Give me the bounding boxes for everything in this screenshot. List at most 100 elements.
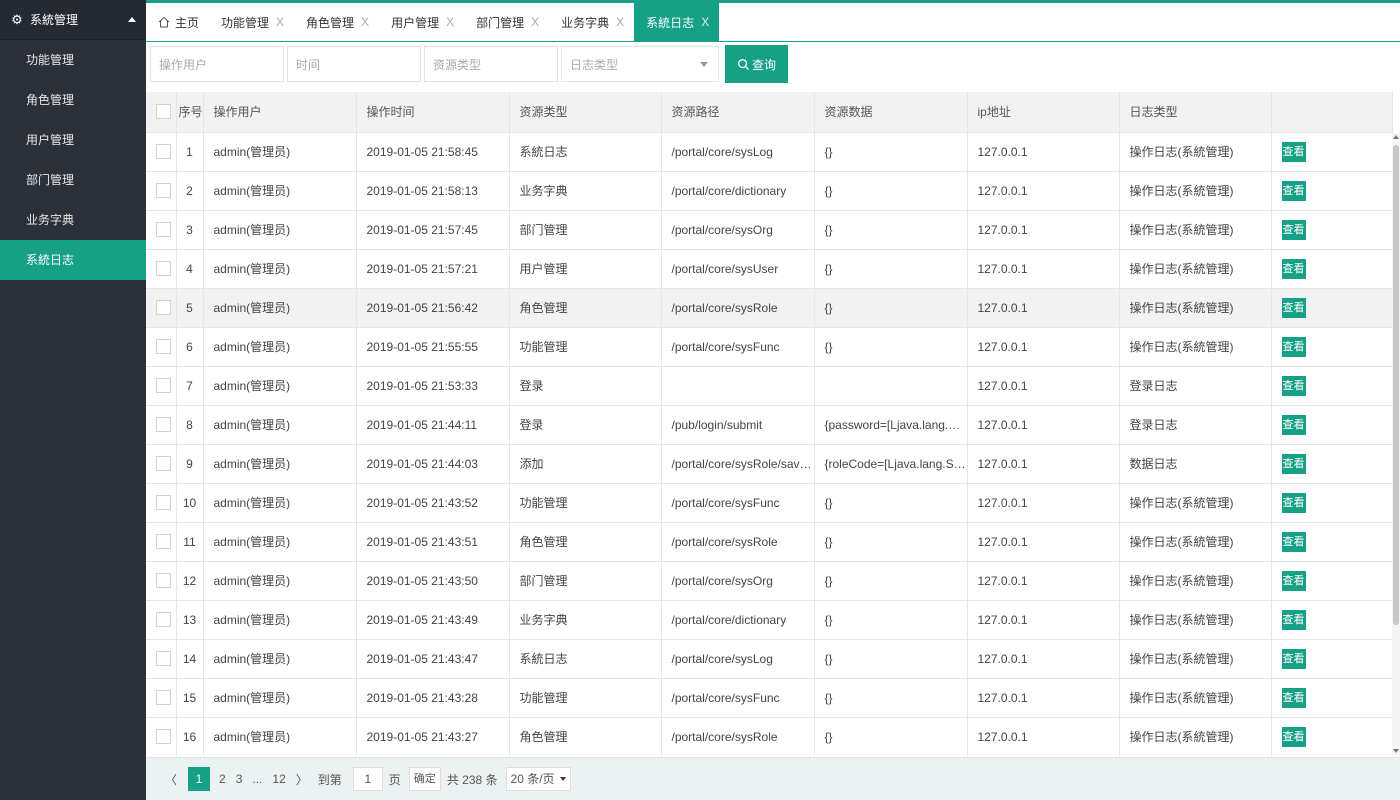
close-icon[interactable]: X	[616, 15, 624, 29]
table-row[interactable]: 6 admin(管理员) 2019-01-05 21:55:55 功能管理/porta…	[146, 327, 1393, 367]
table-row[interactable]: 13 admin(管理员) 2019-01-05 21:43:49 业务字典/port…	[146, 600, 1393, 640]
close-icon[interactable]: X	[446, 15, 454, 29]
goto-page-input[interactable]: 1	[352, 767, 383, 791]
view-button[interactable]: 查看	[1281, 414, 1306, 435]
row-checkbox[interactable]	[156, 378, 171, 394]
row-checkbox[interactable]	[156, 417, 171, 433]
operator-user-input[interactable]: 操作用户	[150, 46, 284, 82]
col-header-no[interactable]: 序号	[176, 92, 204, 133]
cell-no: 8	[176, 405, 204, 445]
cell-resource-type: 系統日志	[509, 132, 662, 172]
tab-syslog[interactable]: 系統日志 X	[634, 3, 720, 41]
table-row[interactable]: 5 admin(管理员) 2019-01-05 21:56:42 角色管理/porta…	[146, 288, 1393, 328]
tab-user[interactable]: 用户管理 X	[379, 3, 464, 41]
tab-function[interactable]: 功能管理 X	[209, 3, 294, 41]
cell-resource-path	[661, 366, 815, 406]
table-row[interactable]: 4 admin(管理员) 2019-01-05 21:57:21 用户管理/porta…	[146, 249, 1393, 289]
view-button[interactable]: 查看	[1281, 141, 1306, 162]
view-button[interactable]: 查看	[1281, 492, 1306, 513]
table-row[interactable]: 7 admin(管理员) 2019-01-05 21:53:33 登录 127.0.0.…	[146, 366, 1393, 406]
log-type-select[interactable]: 日志类型	[561, 46, 719, 82]
tab-home[interactable]: 主页	[146, 3, 209, 41]
table-scrollbar[interactable]	[1392, 133, 1400, 755]
row-checkbox[interactable]	[156, 144, 171, 160]
view-button[interactable]: 查看	[1281, 297, 1306, 318]
tab-role[interactable]: 角色管理 X	[294, 3, 379, 41]
row-checkbox[interactable]	[156, 534, 171, 550]
page-last-link[interactable]: 12	[272, 772, 285, 786]
col-header-resource-data[interactable]: 资源数据	[814, 92, 968, 133]
query-label: 查询	[751, 57, 776, 72]
scroll-up-icon[interactable]	[1393, 135, 1399, 139]
row-checkbox[interactable]	[156, 651, 171, 667]
sidebar-item-syslog[interactable]: 系統日志	[0, 240, 146, 280]
tab-dictionary[interactable]: 业务字典 X	[549, 3, 634, 41]
view-button[interactable]: 查看	[1281, 453, 1306, 474]
row-checkbox[interactable]	[156, 339, 171, 355]
row-checkbox[interactable]	[156, 729, 171, 745]
row-checkbox[interactable]	[156, 690, 171, 706]
query-button[interactable]: 查询	[725, 45, 788, 83]
col-header-resource-type[interactable]: 资源类型	[509, 92, 662, 133]
goto-confirm-button[interactable]: 确定	[408, 767, 441, 791]
table-row[interactable]: 12 admin(管理员) 2019-01-05 21:43:50 部门管理/port…	[146, 561, 1393, 601]
row-checkbox[interactable]	[156, 183, 171, 199]
table-row[interactable]: 14 admin(管理员) 2019-01-05 21:43:47 系統日志/port…	[146, 639, 1393, 679]
table-row[interactable]: 10 admin(管理员) 2019-01-05 21:43:52 功能管理/port…	[146, 483, 1393, 523]
view-button[interactable]: 查看	[1281, 531, 1306, 552]
table-row[interactable]: 9 admin(管理员) 2019-01-05 21:44:03 添加/portal/…	[146, 444, 1393, 484]
sidebar-item-dictionary[interactable]: 业务字典	[0, 200, 146, 240]
close-icon[interactable]: X	[276, 15, 284, 29]
view-button[interactable]: 查看	[1281, 687, 1306, 708]
view-button[interactable]: 查看	[1281, 336, 1306, 357]
row-checkbox[interactable]	[156, 456, 171, 472]
view-button[interactable]: 查看	[1281, 180, 1306, 201]
resource-type-input[interactable]: 资源类型	[424, 46, 558, 82]
row-checkbox[interactable]	[156, 612, 171, 628]
row-checkbox[interactable]	[156, 573, 171, 589]
page-2-link[interactable]: 2	[219, 772, 226, 786]
view-button[interactable]: 查看	[1281, 726, 1306, 747]
view-button[interactable]: 查看	[1281, 219, 1306, 240]
next-page-button[interactable]: 〉	[296, 771, 308, 788]
table-row[interactable]: 2 admin(管理员) 2019-01-05 21:58:13 业务字典/porta…	[146, 171, 1393, 211]
table-row[interactable]: 15 admin(管理员) 2019-01-05 21:43:28 功能管理/port…	[146, 678, 1393, 718]
col-header-resource-path[interactable]: 资源路径	[661, 92, 815, 133]
sidebar-header-system[interactable]: ⚙ 系統管理	[0, 0, 146, 40]
row-checkbox[interactable]	[156, 300, 171, 316]
current-page[interactable]: 1	[188, 767, 211, 791]
view-button[interactable]: 查看	[1281, 648, 1306, 669]
row-checkbox[interactable]	[156, 222, 171, 238]
col-header-user[interactable]: 操作用户	[203, 92, 357, 133]
col-header-log-type[interactable]: 日志类型	[1119, 92, 1272, 133]
row-checkbox[interactable]	[156, 495, 171, 511]
table-row[interactable]: 1 admin(管理员) 2019-01-05 21:58:45 系統日志/porta…	[146, 132, 1393, 172]
close-icon[interactable]: X	[701, 15, 709, 29]
sidebar-item-function[interactable]: 功能管理	[0, 40, 146, 80]
view-button[interactable]: 查看	[1281, 609, 1306, 630]
col-header-ip[interactable]: ip地址	[967, 92, 1120, 133]
prev-page-button[interactable]: 〈	[165, 771, 177, 788]
table-row[interactable]: 3 admin(管理员) 2019-01-05 21:57:45 部门管理/porta…	[146, 210, 1393, 250]
time-input[interactable]: 时间	[287, 46, 421, 82]
tab-department[interactable]: 部门管理 X	[464, 3, 549, 41]
scrollbar-thumb[interactable]	[1393, 145, 1399, 625]
view-button[interactable]: 查看	[1281, 258, 1306, 279]
table-row[interactable]: 8 admin(管理员) 2019-01-05 21:44:11 登录/pub/log…	[146, 405, 1393, 445]
view-button[interactable]: 查看	[1281, 570, 1306, 591]
view-button[interactable]: 查看	[1281, 375, 1306, 396]
page-3-link[interactable]: 3	[236, 772, 243, 786]
row-checkbox[interactable]	[156, 261, 171, 277]
cell-user: admin(管理员)	[203, 366, 357, 406]
close-icon[interactable]: X	[361, 15, 369, 29]
sidebar-item-role[interactable]: 角色管理	[0, 80, 146, 120]
page-size-select[interactable]: 20 条/页	[505, 767, 571, 791]
sidebar-item-user[interactable]: 用户管理	[0, 120, 146, 160]
close-icon[interactable]: X	[531, 15, 539, 29]
table-row[interactable]: 16 admin(管理员) 2019-01-05 21:43:27 角色管理/port…	[146, 717, 1393, 756]
table-row[interactable]: 11 admin(管理员) 2019-01-05 21:43:51 角色管理/port…	[146, 522, 1393, 562]
scroll-down-icon[interactable]	[1393, 749, 1399, 753]
sidebar-item-department[interactable]: 部门管理	[0, 160, 146, 200]
col-header-time[interactable]: 操作时间	[356, 92, 510, 133]
select-all-checkbox[interactable]	[156, 104, 171, 120]
